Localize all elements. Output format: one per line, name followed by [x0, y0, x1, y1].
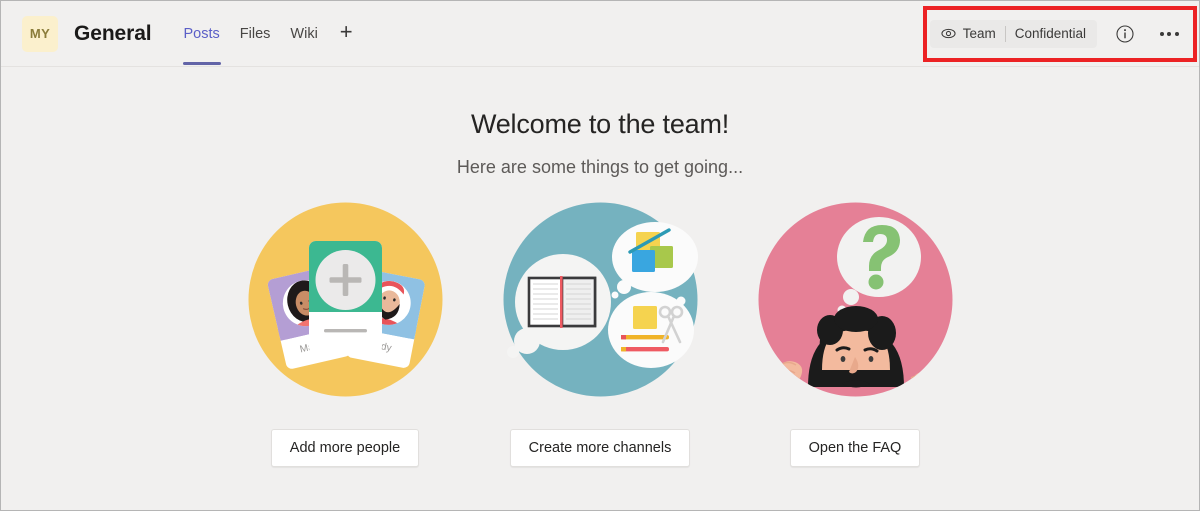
card-open-faq: Open the FAQ: [758, 202, 953, 467]
sensitivity-label-text: Confidential: [1014, 26, 1086, 41]
eye-icon: [941, 26, 956, 41]
question-faq-illustration: [758, 202, 953, 397]
card-add-people: Maxine: [248, 202, 443, 467]
tab-files-label: Files: [239, 25, 271, 42]
teams-channel-window: MY General Posts Files Wiki + Team Confi…: [0, 0, 1200, 511]
add-tab-button[interactable]: +: [328, 1, 365, 67]
card-create-channels: Create more channels: [503, 202, 698, 467]
welcome-subtitle: Here are some things to get going...: [456, 157, 744, 177]
sensitivity-label-pill[interactable]: Team Confidential: [929, 19, 1097, 48]
tab-posts-label: Posts: [183, 25, 220, 42]
header-actions: Team Confidential: [929, 1, 1199, 66]
welcome-title: Welcome to the team!: [470, 109, 730, 139]
sensitivity-scope-label: Team: [962, 26, 996, 41]
info-circle-icon[interactable]: [1109, 18, 1141, 50]
tab-wiki-label: Wiki: [290, 25, 318, 42]
tab-posts[interactable]: Posts: [174, 1, 230, 67]
channel-tabs: Posts Files Wiki +: [174, 1, 365, 67]
people-cards-illustration: Maxine: [248, 202, 443, 397]
tab-files[interactable]: Files: [230, 1, 281, 67]
channel-welcome-panel: Welcome to the team! Here are some thing…: [1, 67, 1199, 510]
ellipsis-icon[interactable]: [1153, 18, 1185, 50]
page-title: General: [74, 21, 152, 45]
team-avatar[interactable]: MY: [22, 15, 58, 52]
tab-wiki[interactable]: Wiki: [280, 1, 327, 67]
pill-divider: [1004, 25, 1006, 42]
ellipsis-dots: [1159, 31, 1179, 36]
create-more-channels-button[interactable]: Create more channels: [509, 429, 691, 467]
open-the-faq-button[interactable]: Open the FAQ: [789, 429, 921, 467]
ellipsis-dot: [1167, 31, 1171, 36]
ellipsis-dot: [1174, 31, 1179, 36]
channel-header: MY General Posts Files Wiki + Team Confi…: [1, 1, 1199, 67]
add-more-people-button[interactable]: Add more people: [270, 429, 420, 467]
notebook-channels-illustration: [503, 202, 698, 397]
welcome-cards: Maxine: [248, 202, 953, 467]
ellipsis-dot: [1159, 31, 1164, 36]
